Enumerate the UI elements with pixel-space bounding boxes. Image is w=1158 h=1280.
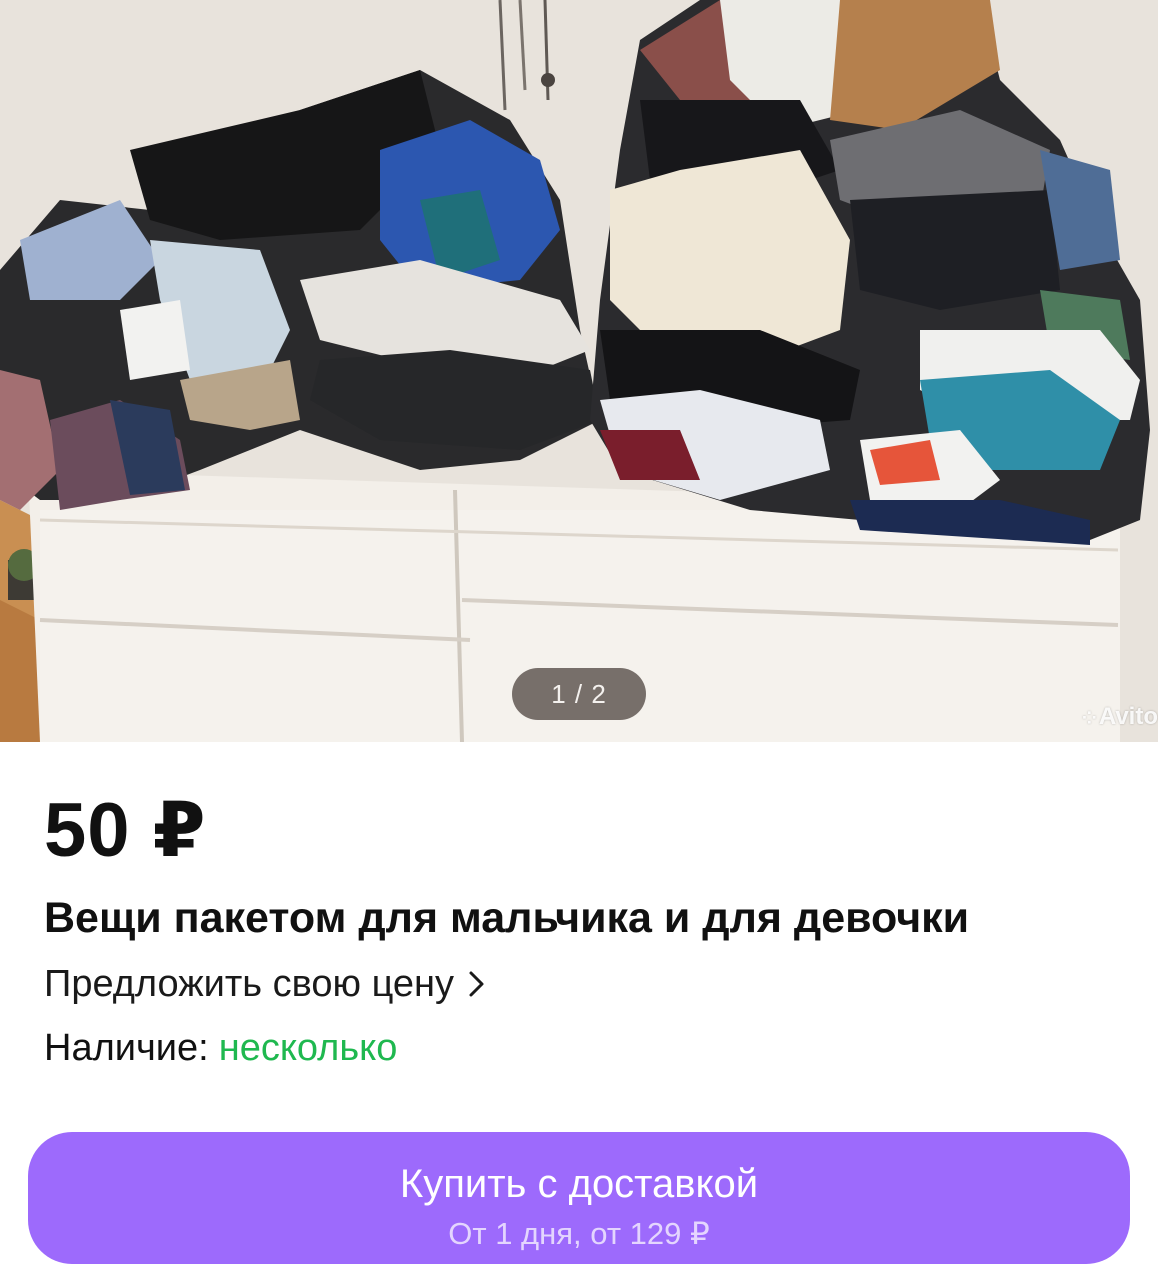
buy-button-subtitle: От 1 дня, от 129 ₽ [448,1216,710,1251]
buy-with-delivery-button[interactable]: Купить с доставкой От 1 дня, от 129 ₽ [28,1132,1130,1264]
buy-button-label: Купить с доставкой [399,1162,759,1206]
avito-logo-icon: ⁘ [1081,708,1097,728]
availability-row: Наличие: несколько [44,1020,397,1076]
watermark-text: Avito [1098,703,1158,730]
photo-gallery[interactable]: 1 / 2 ⁘Avito [0,0,1158,742]
availability-label: Наличие: [44,1027,209,1069]
offer-price-label: Предложить свою цену [44,963,455,1005]
listing-title: Вещи пакетом для мальчика и для девочки [44,894,970,942]
availability-value: несколько [218,1027,398,1069]
listing-price: 50 ₽ [44,788,207,873]
photo-counter: 1 / 2 [512,668,646,720]
offer-price-link[interactable]: Предложить свою цену [44,956,486,1012]
avito-watermark: ⁘Avito [1082,700,1158,734]
listing-photo [0,0,1158,742]
chevron-right-icon [469,971,484,997]
